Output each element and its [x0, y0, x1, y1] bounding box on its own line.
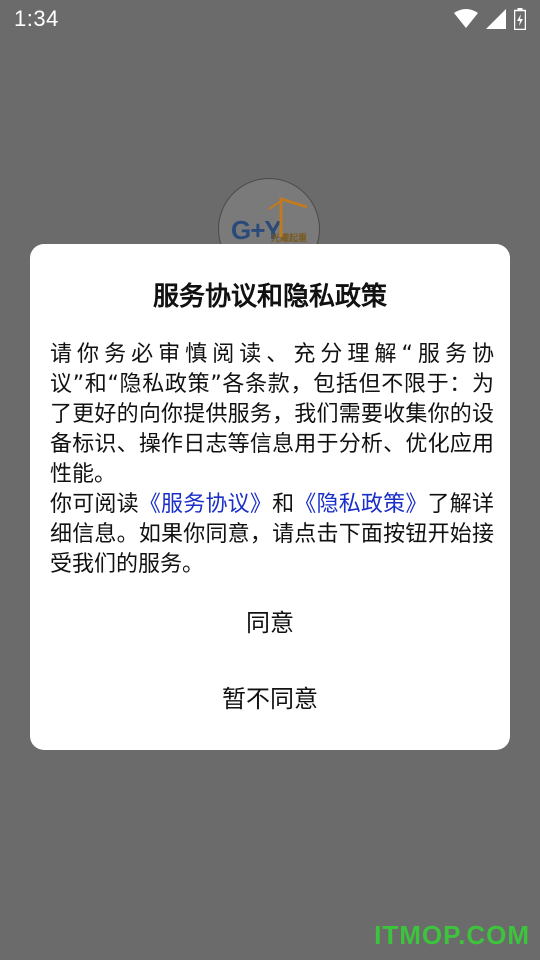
battery-icon: [514, 8, 526, 30]
service-agreement-link[interactable]: 《服务协议》: [139, 492, 272, 517]
privacy-policy-link[interactable]: 《隐私政策》: [294, 492, 427, 517]
dialog-title: 服务协议和隐私政策: [152, 282, 387, 312]
status-bar: 1:34: [0, 0, 540, 40]
watermark: ITMOP.COM: [374, 920, 530, 950]
disagree-button[interactable]: 暂不同意: [30, 674, 510, 724]
signal-icon: [486, 9, 506, 29]
status-icons: [454, 8, 526, 30]
privacy-dialog: 服务协议和隐私政策 请你务必审慎阅读、充分理解“服务协议”和“隐私政策”各条款，…: [30, 244, 510, 750]
agree-button[interactable]: 同意: [30, 598, 510, 648]
dialog-paragraph-2: 你可阅读《服务协议》和《隐私政策》了解详细信息。如果你同意，请点击下面按钮开始接…: [50, 490, 494, 580]
paragraph2-prefix: 你可阅读: [50, 492, 139, 517]
wifi-icon: [454, 9, 478, 28]
dialog-body: 请你务必审慎阅读、充分理解“服务协议”和“隐私政策”各条款，包括但不限于：为了更…: [50, 340, 494, 580]
paragraph2-and: 和: [272, 492, 295, 517]
dialog-paragraph-1: 请你务必审慎阅读、充分理解“服务协议”和“隐私政策”各条款，包括但不限于：为了更…: [50, 342, 494, 487]
status-time: 1:34: [14, 6, 59, 31]
